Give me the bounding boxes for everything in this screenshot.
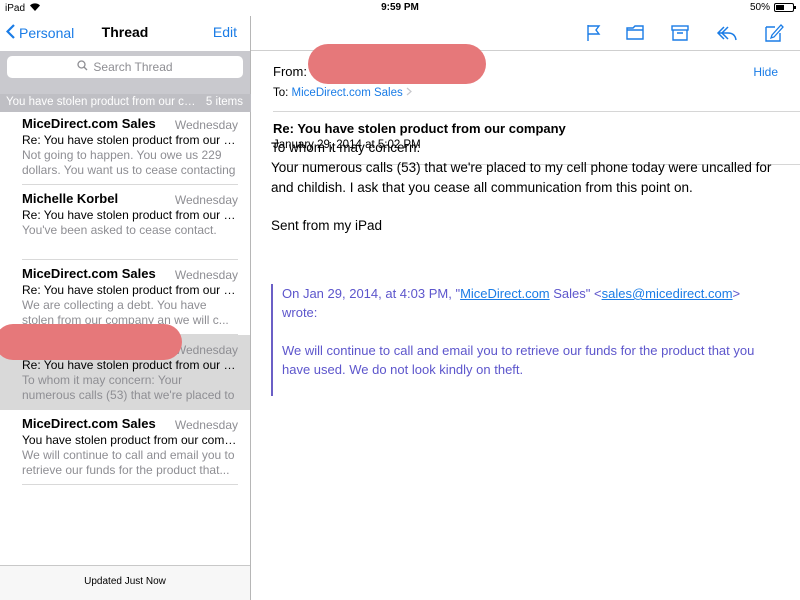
message-subject: Re: You have stolen product from our com…: [22, 283, 238, 297]
message-preview: To whom it may concern: Your numerous ca…: [22, 373, 235, 402]
thread-nav-bar: Personal Thread Edit: [0, 16, 250, 51]
thread-summary-subject: You have stolen product from our company: [6, 96, 201, 108]
redaction-mark: [0, 324, 182, 360]
thread-item-count: 5 items: [205, 96, 243, 108]
ipad-screen: iPad 9:59 PM 50% Personal Thread Edit Se…: [0, 0, 800, 600]
list-item[interactable]: Michelle Korbel Wednesday Re: You have s…: [0, 185, 250, 260]
folder-icon[interactable]: [625, 23, 647, 43]
clock: 9:59 PM: [381, 2, 419, 13]
message-preview: Not going to happen. You owe us 229 doll…: [22, 148, 236, 177]
message-date: Wednesday: [174, 268, 238, 282]
message-subject: You have stolen product from our company: [22, 433, 238, 447]
header-divider: [273, 111, 800, 112]
quoted-message: On Jan 29, 2014, at 4:03 PM, "MiceDirect…: [271, 284, 781, 396]
quote-sender-rest: Sales" <: [549, 286, 602, 301]
from-label: From:: [273, 64, 307, 79]
body-signature: Sent from my iPad: [271, 218, 383, 233]
row-separator: [22, 484, 238, 485]
update-status-bar: Updated Just Now: [0, 565, 250, 600]
message-date: Wednesday: [174, 418, 238, 432]
quote-prefix: On Jan 29, 2014, at 4:03 PM, ": [282, 286, 461, 301]
list-item[interactable]: MiceDirect.com Sales Wednesday Re: You h…: [0, 110, 250, 185]
message-detail-pane: From: Hide To: MiceDirect.com Sales Re: …: [251, 16, 800, 600]
message-subject: Re: You have stolen product from our com…: [22, 208, 238, 222]
email-subject: Re: You have stolen product from our com…: [273, 121, 566, 136]
email-link[interactable]: sales@micedirect.com: [602, 286, 733, 301]
battery-fill: [776, 5, 784, 10]
message-date: Wednesday: [174, 118, 238, 132]
sender-link[interactable]: MiceDirect.com: [460, 286, 550, 301]
message-date: Wednesday: [174, 193, 238, 207]
compose-icon[interactable]: [763, 23, 785, 43]
list-item[interactable]: MiceDirect.com Sales Wednesday You have …: [0, 410, 250, 485]
body-greeting: To whom it may concern:: [271, 140, 421, 155]
from-line: From:: [273, 64, 307, 79]
message-date: Wednesday: [174, 343, 238, 357]
status-right: 50%: [749, 2, 796, 13]
battery-percent: 50%: [749, 2, 770, 13]
message-subject: Re: You have stolen product from our com…: [22, 358, 238, 372]
quote-text: We will continue to call and email you t…: [282, 343, 755, 377]
edit-button[interactable]: Edit: [213, 24, 237, 40]
flag-icon[interactable]: [583, 23, 605, 43]
quote-attribution: On Jan 29, 2014, at 4:03 PM, "MiceDirect…: [282, 284, 781, 303]
to-label: To:: [273, 87, 289, 99]
thread-list-pane: Personal Thread Edit Search Thread You h…: [0, 16, 251, 600]
message-subject: Re: You have stolen product from our com…: [22, 133, 238, 147]
update-status: Updated Just Now: [84, 576, 166, 587]
battery-icon: [774, 3, 796, 12]
to-line: To: MiceDirect.com Sales: [273, 87, 412, 99]
chevron-right-icon: [406, 87, 412, 99]
search-placeholder: Search Thread: [93, 60, 173, 74]
status-bar: iPad 9:59 PM 50%: [0, 0, 800, 16]
search-icon: [77, 60, 88, 74]
email-body: To whom it may concern: Your numerous ca…: [271, 138, 791, 236]
hide-details-button[interactable]: Hide: [753, 65, 778, 79]
quote-wrote: wrote:: [282, 305, 318, 320]
body-paragraph: Your numerous calls (53) that we're plac…: [271, 160, 772, 195]
to-address[interactable]: MiceDirect.com Sales: [292, 87, 403, 99]
redaction-mark: [308, 44, 486, 84]
message-preview: We will continue to call and email you t…: [22, 448, 235, 477]
reply-icon[interactable]: [715, 23, 737, 43]
quote-suffix: >: [732, 286, 741, 301]
message-preview: You've been asked to cease contact.: [22, 223, 217, 237]
archive-icon[interactable]: [669, 23, 691, 43]
search-input[interactable]: Search Thread: [7, 56, 243, 78]
